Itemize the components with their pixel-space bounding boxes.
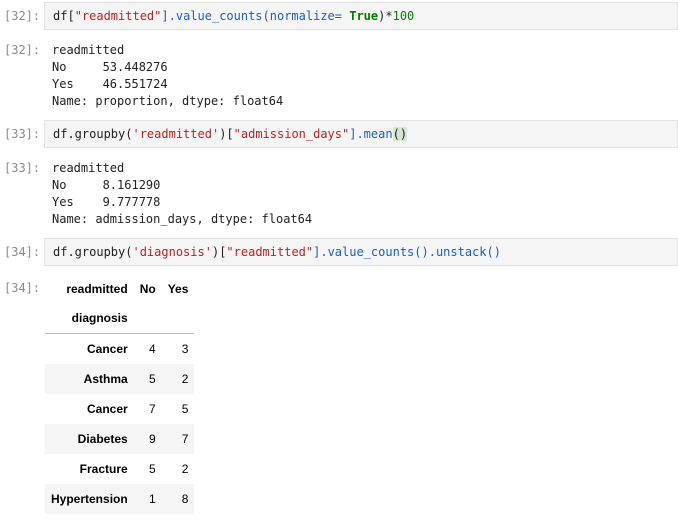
input-prompt: [34]: bbox=[4, 245, 41, 259]
code-cell-input[interactable]: df.groupby('readmitted')["admission_days… bbox=[44, 120, 678, 148]
table-cell: 9 bbox=[149, 432, 156, 446]
row-index: Fracture bbox=[79, 462, 128, 476]
code-token: ].mean bbox=[349, 127, 393, 141]
code-cell-input[interactable]: df.groupby('diagnosis')["readmitted"].va… bbox=[44, 238, 678, 266]
code-token: ].value_counts().unstack() bbox=[313, 245, 501, 259]
code-string: 'readmitted' bbox=[132, 127, 220, 141]
code-string: "readmitted" bbox=[74, 9, 162, 23]
output-prompt: [33]: bbox=[4, 161, 41, 175]
cell-output-text: readmitted No 8.161290 Yes 9.777778 Name… bbox=[52, 161, 313, 226]
dataframe-table: readmitted No Yes diagnosis Cancer 4 3 A… bbox=[45, 275, 195, 514]
code-string: "admission_days" bbox=[233, 127, 350, 141]
table-cell: 7 bbox=[181, 432, 189, 446]
table-cell: 1 bbox=[149, 492, 156, 506]
code-token: df[ bbox=[53, 9, 75, 23]
table-cell: 7 bbox=[149, 402, 156, 416]
table-row: Fracture 5 2 bbox=[45, 454, 194, 484]
table-header-row: readmitted No Yes bbox=[45, 275, 194, 303]
cell-output-text: readmitted No 53.448276 Yes 46.551724 Na… bbox=[52, 43, 284, 108]
table-cell: 8 bbox=[181, 492, 189, 506]
table-row: Diabetes 9 7 bbox=[45, 424, 195, 454]
table-cell: 5 bbox=[181, 402, 189, 416]
code-token: df.groupby( bbox=[53, 245, 133, 259]
row-index: Cancer bbox=[45, 333, 134, 364]
code-string: 'diagnosis' bbox=[132, 245, 212, 259]
code-token: df.groupby( bbox=[53, 127, 133, 141]
table-row: Asthma 5 2 bbox=[45, 364, 195, 394]
code-number: 100 bbox=[392, 9, 415, 23]
row-index: Hypertension bbox=[51, 492, 128, 506]
table-row: Hypertension 1 8 bbox=[45, 484, 195, 514]
table-row: Cancer 7 5 bbox=[45, 394, 194, 424]
code-token: )* bbox=[378, 9, 393, 23]
code-cell-input[interactable]: df["readmitted"].value_counts(normalize=… bbox=[44, 2, 678, 30]
column-header: Yes bbox=[167, 282, 189, 296]
column-axis-name: readmitted bbox=[66, 282, 128, 296]
code-line: df.groupby('readmitted')["admission_days… bbox=[53, 127, 408, 141]
table-cell: 4 bbox=[133, 333, 162, 364]
input-prompt: [32]: bbox=[4, 9, 41, 23]
code-string: "readmitted" bbox=[226, 245, 314, 259]
row-index: Cancer bbox=[87, 402, 128, 416]
table-row: Cancer 4 3 bbox=[45, 333, 195, 364]
empty-header-cell bbox=[162, 303, 195, 334]
output-prompt: [32]: bbox=[4, 43, 41, 57]
row-index: Asthma bbox=[83, 372, 128, 386]
index-name-row: diagnosis bbox=[45, 303, 194, 334]
code-line: df.groupby('diagnosis')["readmitted"].va… bbox=[53, 245, 501, 259]
code-keyword: True bbox=[349, 9, 379, 23]
output-prompt: [34]: bbox=[4, 281, 41, 295]
table-cell: 3 bbox=[161, 333, 195, 364]
table-cell: 2 bbox=[181, 372, 189, 386]
code-token: )[ bbox=[219, 127, 234, 141]
matched-paren: () bbox=[392, 127, 408, 141]
code-line: df["readmitted"].value_counts(normalize=… bbox=[53, 9, 414, 23]
table-cell: 5 bbox=[149, 372, 156, 386]
code-token: )[ bbox=[211, 245, 227, 259]
table-cell: 5 bbox=[149, 462, 156, 476]
column-header: No bbox=[139, 282, 156, 296]
empty-header-cell bbox=[134, 303, 162, 334]
row-index: Diabetes bbox=[77, 432, 128, 446]
code-token: ].value_counts(normalize= bbox=[161, 9, 350, 23]
input-prompt: [33]: bbox=[4, 127, 41, 141]
index-name: diagnosis bbox=[71, 311, 128, 325]
table-cell: 2 bbox=[181, 462, 189, 476]
